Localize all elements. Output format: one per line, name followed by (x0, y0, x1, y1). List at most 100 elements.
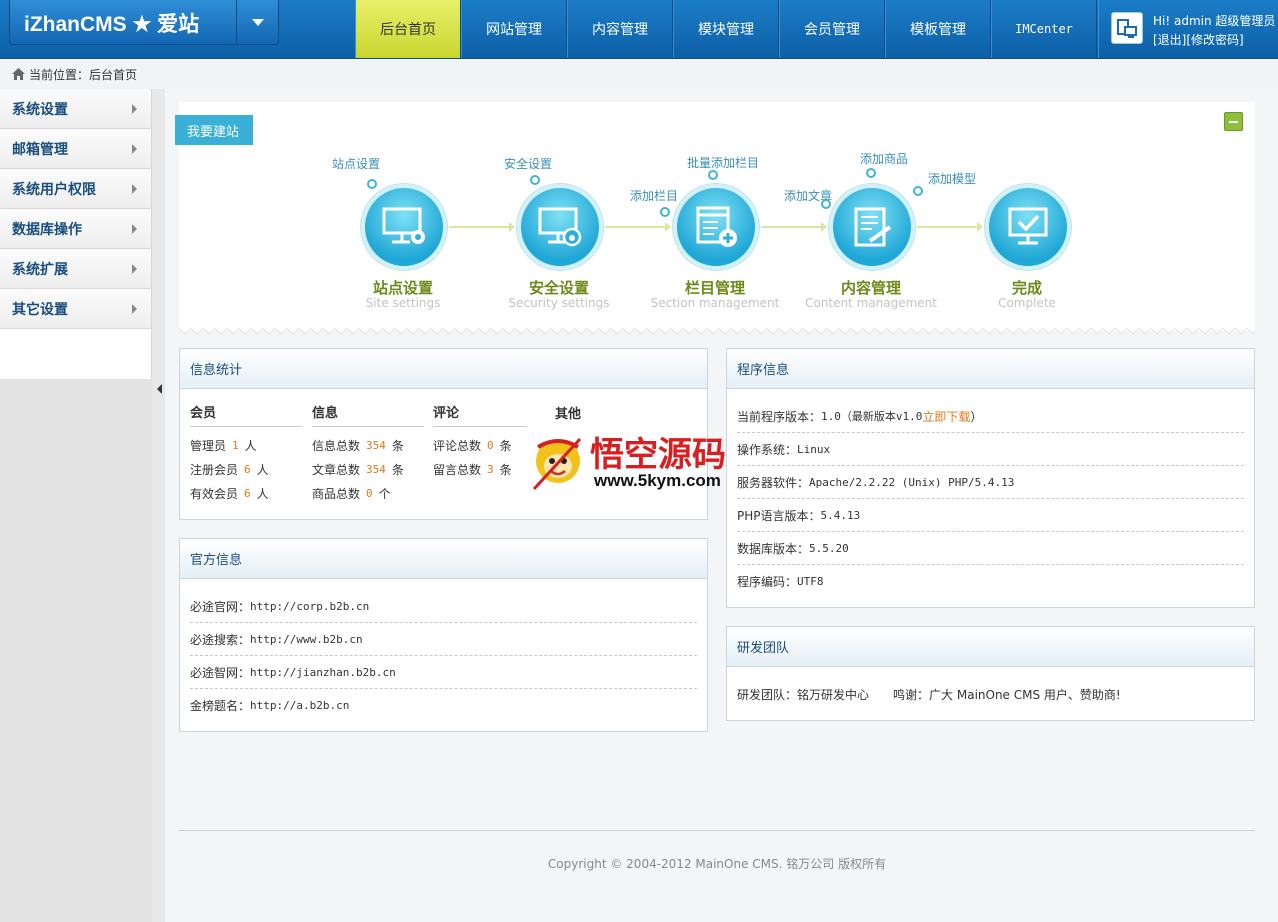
logo[interactable]: iZhanCMS ★ 爱站 (9, 0, 279, 45)
dot-marker (821, 199, 831, 209)
dot-marker (708, 170, 718, 180)
row-value: 1.0（最新版本v1.0 (821, 410, 923, 423)
link-add-column[interactable]: 添加栏目 (630, 187, 678, 204)
program-row: 服务器软件： Apache/2.2.22 (Unix) PHP/5.4.13 (737, 466, 1244, 499)
collapse-panel-button[interactable] (1224, 112, 1243, 131)
stat-value: 6 (244, 486, 251, 500)
sidebar-item-label: 系统用户权限 (12, 181, 96, 198)
chevron-right-icon (132, 183, 137, 194)
official-panel-title: 官方信息 (180, 539, 707, 579)
row-label: 研发团队： (737, 688, 798, 702)
sidebar-item-system-settings[interactable]: 系统设置 (0, 89, 151, 129)
sidebar-item-extension[interactable]: 系统扩展 (0, 249, 151, 289)
sidebar-item-user-permissions[interactable]: 系统用户权限 (0, 169, 151, 209)
sidebar-item-label: 其它设置 (12, 301, 68, 318)
logo-text: iZhanCMS ★ 爱站 (24, 13, 200, 36)
dot-marker (660, 207, 670, 217)
watermark-url: www.5kym.com (594, 471, 721, 490)
step-title-complete: 完成 (1011, 279, 1042, 297)
sidebar-item-mailbox[interactable]: 邮箱管理 (0, 129, 151, 169)
stats-col-other: 其他 (555, 397, 615, 427)
stat-label: 信息总数 (312, 438, 361, 453)
row-link[interactable]: http://www.b2b.cn (250, 633, 363, 646)
logout-link[interactable]: [退出] (1153, 33, 1186, 47)
nav-item-site[interactable]: 网站管理 (461, 0, 567, 58)
link-site-settings[interactable]: 站点设置 (332, 155, 380, 172)
nav-item-module[interactable]: 模块管理 (673, 0, 779, 58)
chevron-right-icon (132, 103, 137, 114)
step-complete[interactable] (985, 184, 1071, 270)
sidebar-item-label: 邮箱管理 (12, 141, 68, 158)
stats-col-header: 评论 (433, 397, 527, 427)
stats-row: 文章总数 354 条 (312, 457, 424, 481)
step-subtitle-content: Content management (805, 296, 937, 310)
nav-item-home[interactable]: 后台首页 (355, 0, 461, 58)
stats-row: 有效会员 6 人 (190, 481, 302, 505)
row-label: 必途官网： (190, 599, 251, 614)
official-row: 必途官网： http://corp.b2b.cn (190, 590, 697, 623)
stat-label: 商品总数 (312, 486, 361, 501)
sidebar-item-database[interactable]: 数据库操作 (0, 209, 151, 249)
stat-value: 0 (366, 486, 373, 500)
nav-item-member[interactable]: 会员管理 (779, 0, 885, 58)
download-link[interactable]: 立即下载 (922, 408, 970, 425)
footer-copyright: Copyright © 2004-2012 MainOne CMS. 铭万公司 … (547, 857, 887, 871)
stat-label: 有效会员 (190, 486, 239, 501)
stat-value: 0 (487, 438, 494, 452)
official-row: 必途智网： http://jianzhan.b2b.cn (190, 656, 697, 689)
logo-dropdown-button[interactable] (236, 0, 278, 44)
team-panel-title: 研发团队 (727, 627, 1254, 667)
watermark: 悟空源码 www.5kym.com (530, 425, 755, 500)
link-security-settings[interactable]: 安全设置 (504, 155, 552, 172)
stat-unit: 个 (378, 486, 391, 501)
nav-item-template[interactable]: 模板管理 (885, 0, 991, 58)
dot-marker (530, 175, 540, 185)
nav-item-imcenter[interactable]: IMCenter (991, 0, 1097, 58)
row-value: UTF8 (797, 575, 824, 588)
stats-row: 商品总数 0 个 (312, 481, 424, 505)
step-subtitle-security: Security settings (508, 296, 610, 310)
row-label: 金榜题名： (190, 699, 251, 713)
watermark-text: 悟空源码 (590, 435, 726, 475)
stat-value: 1 (232, 438, 239, 452)
stat-label: 注册会员 (190, 462, 239, 477)
stat-label: 评论总数 (433, 438, 482, 453)
row-link[interactable]: http://a.b2b.cn (250, 699, 349, 712)
row-link[interactable]: http://corp.b2b.cn (250, 600, 369, 613)
row-value: Apache/2.2.22 (Unix) PHP/5.4.13 (809, 475, 1015, 489)
sidebar-item-other[interactable]: 其它设置 (0, 289, 151, 329)
stat-label: 文章总数 (312, 462, 361, 477)
step-content-management[interactable] (829, 184, 915, 270)
arrow-connector (449, 222, 515, 232)
sidebar-collapse-bar[interactable] (152, 89, 165, 922)
user-avatar-icon (1111, 12, 1143, 44)
step-title-section: 栏目管理 (684, 279, 745, 297)
dot-marker (913, 186, 923, 196)
nav-item-content[interactable]: 内容管理 (567, 0, 673, 58)
row-value: 5.4.13 (820, 508, 861, 522)
row-value: 广大 MainOne CMS 用户、赞助商! (929, 688, 1121, 702)
stat-label: 管理员 (190, 438, 227, 453)
row-link[interactable]: http://jianzhan.b2b.cn (250, 666, 396, 679)
sidebar-item-label: 系统扩展 (12, 261, 68, 278)
collapse-left-icon[interactable] (157, 384, 162, 394)
stat-unit: 人 (244, 438, 257, 453)
step-title-site: 站点设置 (372, 279, 433, 297)
breadcrumb-current[interactable]: 后台首页 (89, 66, 137, 83)
step-section-management[interactable] (673, 184, 759, 270)
link-batch-add-column[interactable]: 批量添加栏目 (687, 154, 759, 171)
step-security-settings[interactable] (517, 184, 603, 270)
monkey-logo-icon (532, 437, 582, 491)
program-row: 程序编码： UTF8 (737, 565, 1244, 598)
row-value: 5.5.20 (809, 541, 849, 555)
change-password-link[interactable]: [修改密码] (1186, 33, 1243, 47)
step-site-settings[interactable] (361, 184, 447, 270)
sidebar: 系统设置 邮箱管理 系统用户权限 数据库操作 系统扩展 其它设置 (0, 89, 152, 379)
minus-icon (1229, 120, 1238, 123)
link-add-product[interactable]: 添加商品 (860, 150, 908, 167)
stat-unit: 条 (391, 438, 404, 453)
official-row: 必途搜索： http://www.b2b.cn (190, 623, 697, 656)
stats-col-members: 会员 管理员 1 人 注册会员 6 人 有效会员 6 人 (190, 397, 302, 505)
official-row: 金榜题名： http://a.b2b.cn (190, 689, 697, 722)
link-add-model[interactable]: 添加模型 (928, 170, 976, 187)
